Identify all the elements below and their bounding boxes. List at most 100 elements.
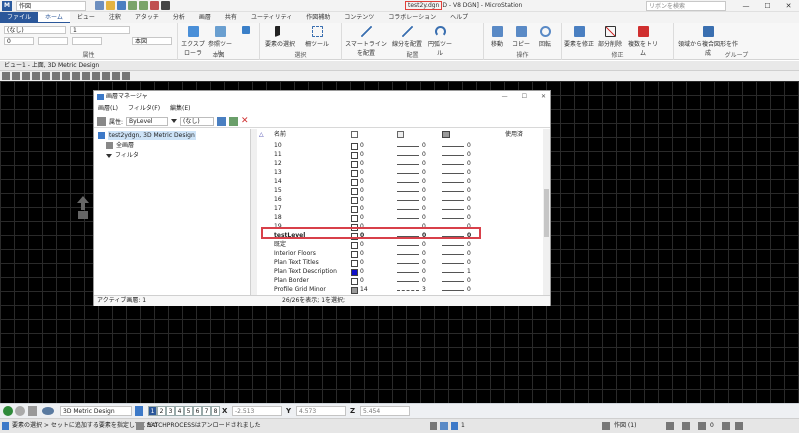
color-swatch[interactable]: [351, 161, 358, 168]
copy-button[interactable]: コピー: [510, 26, 532, 48]
table-row[interactable]: Profile Grid Minor 14 3 0: [257, 285, 542, 295]
view-button-1[interactable]: 1: [148, 406, 157, 416]
primary-level-dropdown[interactable]: 本図: [132, 37, 172, 45]
update-view-icon[interactable]: [12, 72, 20, 80]
pan-view-icon[interactable]: [72, 72, 80, 80]
view-button-2[interactable]: 2: [157, 406, 166, 416]
color-swatch[interactable]: [351, 215, 358, 222]
model-dropdown[interactable]: 3D Metric Design: [60, 406, 132, 416]
view-status-icon[interactable]: [735, 422, 743, 430]
color-swatch[interactable]: [351, 152, 358, 159]
color-swatch[interactable]: [351, 197, 358, 204]
color-swatch[interactable]: [351, 188, 358, 195]
color-swatch[interactable]: [351, 278, 358, 285]
tab-collaboration[interactable]: コラボレーション: [381, 12, 443, 23]
x-coordinate-field[interactable]: -2.513: [232, 406, 282, 416]
tab-levels[interactable]: 画層: [192, 12, 218, 23]
pointer-icon[interactable]: [161, 1, 170, 10]
tree-item-all-levels[interactable]: 全画層: [106, 141, 134, 150]
camera-icon[interactable]: [122, 72, 130, 80]
level-display-icon[interactable]: [217, 116, 227, 126]
dialog-close-button[interactable]: ✕: [541, 91, 546, 103]
filter-funnel-icon[interactable]: [171, 119, 178, 123]
window-area-icon[interactable]: [42, 72, 50, 80]
header-name[interactable]: 名前: [274, 130, 286, 139]
clip-volume-icon[interactable]: [102, 72, 110, 80]
view-attributes-icon[interactable]: [2, 72, 10, 80]
view-next-icon[interactable]: [92, 72, 100, 80]
undo-icon[interactable]: [128, 1, 137, 10]
z-coordinate-field[interactable]: 5.454: [360, 406, 410, 416]
tab-share[interactable]: 共有: [218, 12, 244, 23]
view-button-7[interactable]: 7: [202, 406, 211, 416]
menu-level[interactable]: 画層(L): [98, 104, 118, 114]
style-dropdown[interactable]: 0: [4, 37, 34, 45]
display-style-icon[interactable]: [112, 72, 120, 80]
move-button[interactable]: 移動: [486, 26, 508, 48]
view-button-5[interactable]: 5: [184, 406, 193, 416]
view-group-icon[interactable]: [135, 406, 143, 416]
color-swatch[interactable]: [351, 170, 358, 177]
fit-view-icon[interactable]: [52, 72, 60, 80]
rotate-button[interactable]: 回転: [534, 26, 556, 48]
tab-utilities[interactable]: ユーティリティ: [244, 12, 299, 23]
microstation-logo-icon[interactable]: M: [2, 1, 12, 11]
print-icon[interactable]: [150, 1, 159, 10]
line-style-dropdown[interactable]: [72, 37, 102, 45]
redo-icon[interactable]: [139, 1, 148, 10]
dialog-maximize-button[interactable]: ☐: [522, 91, 527, 103]
close-button[interactable]: ✕: [786, 2, 792, 10]
line-segment-button[interactable]: 線分を配置: [390, 26, 424, 48]
number-dropdown[interactable]: 1: [70, 26, 130, 34]
scrollbar-thumb[interactable]: [544, 189, 549, 237]
rotate-view-icon[interactable]: [62, 72, 70, 80]
delete-level-icon[interactable]: ✕: [241, 116, 250, 126]
element-select-button[interactable]: 要素の選択: [262, 26, 298, 48]
view-button-8[interactable]: 8: [211, 406, 220, 416]
new-level-icon[interactable]: [229, 116, 239, 126]
color-swatch[interactable]: [351, 206, 358, 213]
open-folder-icon[interactable]: [106, 1, 115, 10]
menu-edit[interactable]: 編集(E): [170, 104, 190, 114]
tab-file[interactable]: ファイル: [0, 12, 39, 23]
maximize-button[interactable]: ☐: [764, 2, 770, 10]
ribbon-search-input[interactable]: リボンを検索: [646, 1, 726, 11]
notification-icon[interactable]: [698, 422, 706, 430]
color-swatch[interactable]: [351, 179, 358, 186]
snap-icon[interactable]: [440, 422, 448, 430]
color-swatch[interactable]: [351, 242, 358, 249]
view-button-3[interactable]: 3: [166, 406, 175, 416]
tab-annotate[interactable]: 注釈: [102, 12, 128, 23]
color-swatch[interactable]: [351, 143, 358, 150]
partial-delete-button[interactable]: 部分削除: [596, 26, 624, 48]
color-swatch[interactable]: [351, 260, 358, 267]
color-swatch[interactable]: [351, 269, 358, 276]
menu-filter[interactable]: フィルタ(F): [128, 104, 160, 114]
tab-analyze[interactable]: 分析: [166, 12, 192, 23]
minimize-button[interactable]: —: [742, 2, 749, 10]
primary-tools[interactable]: [234, 26, 258, 36]
design-history-icon[interactable]: [666, 422, 674, 430]
header-weight-icon[interactable]: [442, 131, 450, 138]
workflow-dropdown[interactable]: 作図: [16, 1, 86, 11]
active-level-status[interactable]: 1: [461, 419, 465, 433]
header-color-icon[interactable]: [351, 131, 358, 138]
forward-icon[interactable]: [15, 406, 25, 416]
view-button-6[interactable]: 6: [193, 406, 202, 416]
color-swatch[interactable]: [351, 251, 358, 258]
fence-button[interactable]: 柵ツール: [302, 26, 332, 48]
header-linestyle-icon[interactable]: [397, 131, 404, 138]
lock-icon[interactable]: [430, 422, 437, 430]
tab-view[interactable]: ビュー: [70, 12, 102, 23]
filter-dropdown[interactable]: (なし): [180, 116, 215, 126]
tab-drawing-aids[interactable]: 作図補助: [299, 12, 337, 23]
symbology-icon[interactable]: [97, 116, 106, 126]
tab-help[interactable]: ヘルプ: [443, 12, 475, 23]
workflow-status[interactable]: 作図 (1): [614, 419, 636, 433]
tree-item-file[interactable]: test2ydgn, 3D Metric Design: [98, 131, 196, 140]
back-icon[interactable]: [3, 406, 13, 416]
model-icon[interactable]: [42, 407, 54, 415]
weight-dropdown[interactable]: [38, 37, 68, 45]
zoom-out-icon[interactable]: [32, 72, 40, 80]
view-button-4[interactable]: 4: [175, 406, 184, 416]
